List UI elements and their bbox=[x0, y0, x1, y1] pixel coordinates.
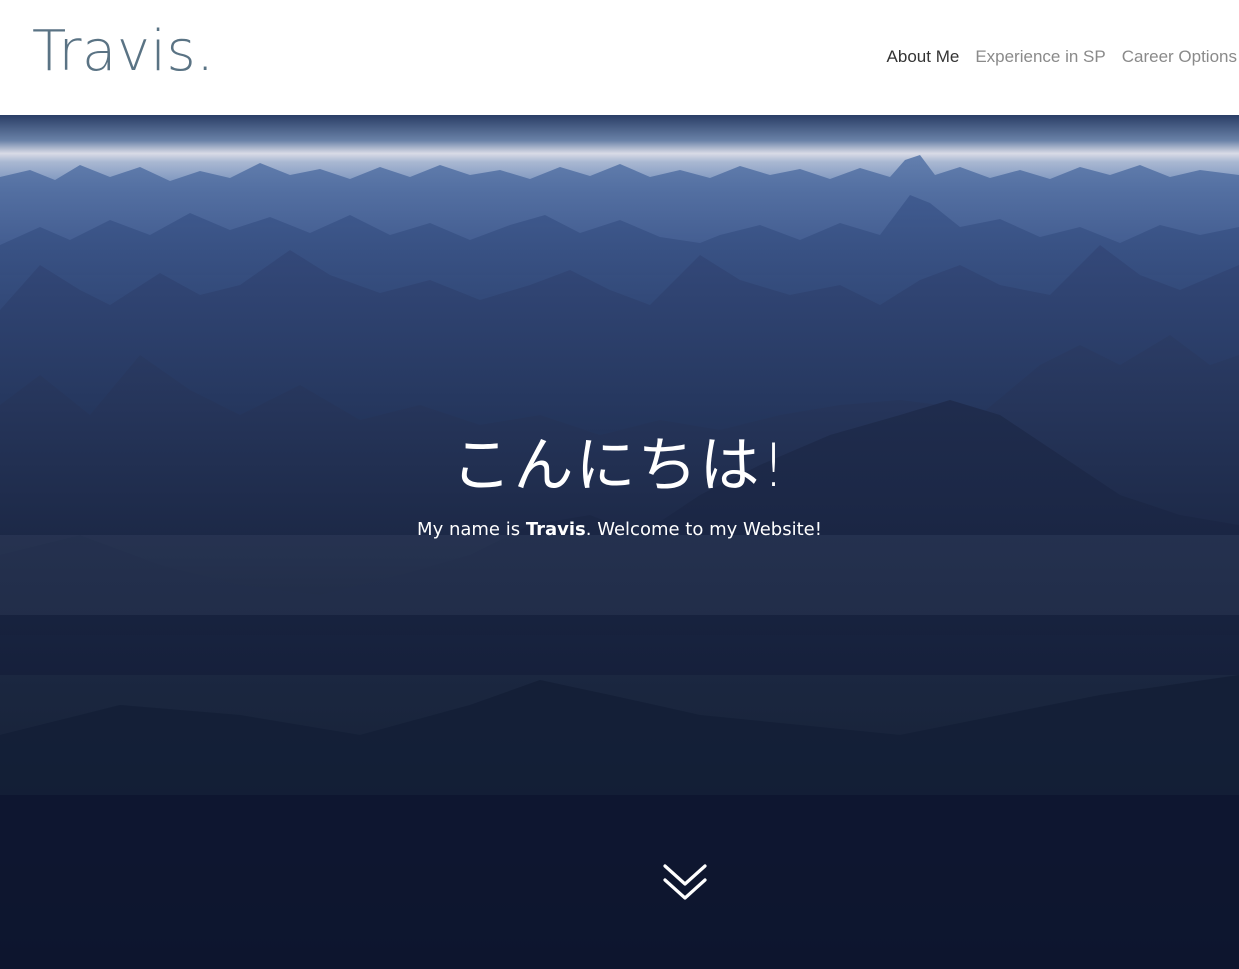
main-nav: About Me Experience in SP Career Options bbox=[887, 47, 1237, 67]
intro-name: Travis bbox=[525, 519, 586, 540]
hero-greeting: こんにちは! bbox=[451, 431, 788, 501]
nav-item-about-me[interactable]: About Me bbox=[887, 47, 960, 67]
intro-prefix: My name is bbox=[417, 519, 526, 540]
intro-suffix: . Welcome to my Website! bbox=[585, 519, 822, 540]
site-header: Travis. About Me Experience in SP Career… bbox=[0, 0, 1239, 115]
nav-item-career-options[interactable]: Career Options bbox=[1122, 47, 1237, 67]
site-logo[interactable]: Travis. bbox=[32, 24, 215, 80]
nav-item-experience[interactable]: Experience in SP bbox=[975, 47, 1105, 67]
hero-content: こんにちは! My name is Travis. Welcome to my … bbox=[0, 433, 1239, 540]
hero-banner: こんにちは! My name is Travis. Welcome to my … bbox=[0, 115, 1239, 969]
double-chevron-down-icon[interactable] bbox=[661, 862, 709, 904]
mountain-background bbox=[0, 155, 1239, 969]
hero-intro: My name is Travis. Welcome to my Website… bbox=[0, 519, 1239, 540]
